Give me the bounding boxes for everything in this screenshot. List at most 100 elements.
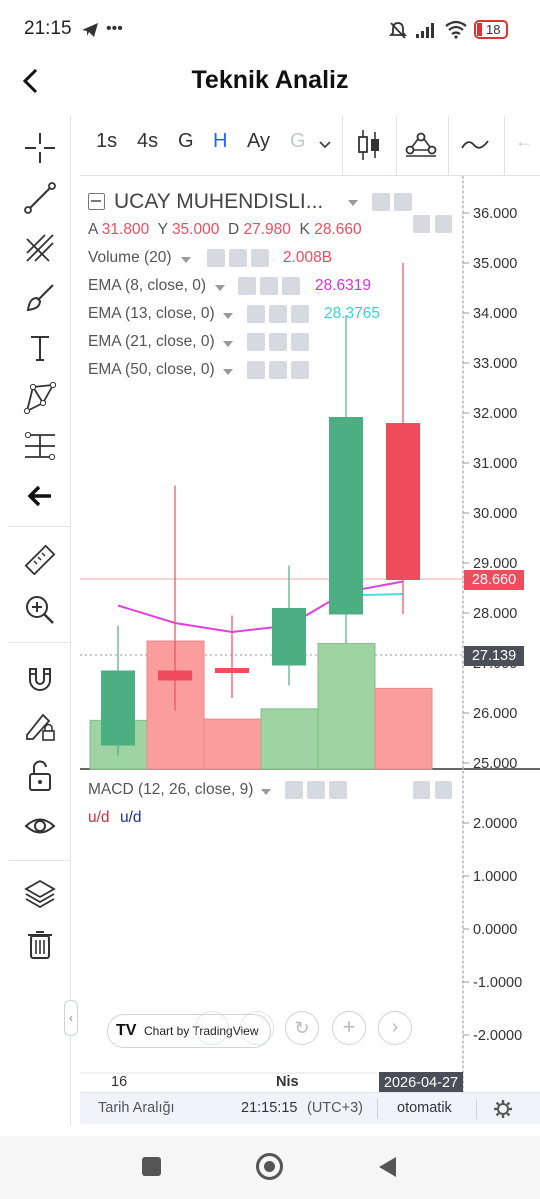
collapse-legend-icon[interactable] [88, 193, 105, 210]
crosshair-tool-icon[interactable] [20, 128, 60, 168]
ema50-eye-icon[interactable] [247, 361, 265, 379]
scroll-left-arrow-icon[interactable]: ← [515, 131, 533, 152]
macd-series-2: u/d [120, 809, 142, 826]
expand-toolbar-handle[interactable]: ‹ [64, 1000, 78, 1036]
ema13-eye-icon[interactable] [247, 305, 265, 323]
ema8-dropdown-icon[interactable] [214, 283, 226, 293]
macd-move-down-icon[interactable] [435, 781, 452, 799]
layers-icon[interactable] [20, 874, 60, 914]
ema21-label[interactable]: EMA (21, close, 0) [88, 333, 215, 351]
symbol-visibility-eye-icon[interactable] [372, 193, 390, 211]
ema13-label[interactable]: EMA (13, close, 0) [88, 305, 215, 323]
ema50-dropdown-icon[interactable] [222, 367, 234, 377]
hide-toolbar-arrow-icon[interactable] [20, 476, 60, 516]
indicators-icon[interactable] [404, 130, 438, 160]
ema13-dropdown-icon[interactable] [222, 311, 234, 321]
magnet-icon[interactable] [20, 658, 60, 698]
pattern-tool-icon[interactable] [20, 378, 60, 418]
ema8-label[interactable]: EMA (8, close, 0) [88, 277, 206, 295]
tradingview-logo-icon: TV [116, 1022, 137, 1039]
timezone-button[interactable]: (UTC+3) [307, 1100, 363, 1116]
wifi-icon [445, 20, 467, 39]
telegram-icon [82, 23, 98, 37]
trash-icon[interactable] [20, 924, 60, 964]
interval-g-disabled[interactable]: G [290, 130, 306, 153]
unlock-icon[interactable] [20, 756, 60, 796]
interval-g[interactable]: G [178, 130, 194, 153]
scroll-forward-button[interactable]: › [378, 1011, 412, 1045]
ema50-label[interactable]: EMA (50, close, 0) [88, 361, 215, 379]
scroll-back-button[interactable] [240, 1011, 274, 1045]
zoom-in-button[interactable]: + [332, 1011, 366, 1045]
trend-line-tool-icon[interactable] [20, 178, 60, 218]
move-down-icon[interactable] [435, 215, 452, 233]
signal-icon [416, 23, 434, 38]
ema8-gear-icon[interactable] [260, 277, 278, 295]
low-value: 27.980 [243, 221, 291, 238]
lock-drawing-icon[interactable] [20, 706, 60, 746]
macd-label[interactable]: MACD (12, 26, close, 9) [88, 781, 253, 799]
volume-gear-icon[interactable] [229, 249, 247, 267]
settings-gear-icon[interactable] [493, 1099, 513, 1119]
reset-chart-button[interactable]: ↻ [285, 1011, 319, 1045]
volume-label[interactable]: Volume (20) [88, 249, 172, 267]
chevron-down-icon[interactable] [318, 138, 332, 152]
volume-eye-icon[interactable] [207, 249, 225, 267]
home-circle-icon[interactable] [256, 1153, 283, 1180]
brush-tool-icon[interactable] [20, 278, 60, 318]
ema13-close-icon[interactable] [291, 305, 309, 323]
ema8-close-icon[interactable] [282, 277, 300, 295]
text-tool-icon[interactable] [20, 328, 60, 368]
volume-close-icon[interactable] [251, 249, 269, 267]
scale-mode-button[interactable]: otomatik [397, 1100, 452, 1116]
symbol-settings-gear-icon[interactable] [394, 193, 412, 211]
interval-h-active[interactable]: H [213, 130, 227, 153]
compare-line-icon[interactable] [460, 134, 490, 156]
volume-dropdown-icon[interactable] [180, 255, 192, 265]
price-tick-label: 31.000 [473, 456, 517, 472]
price-tick-label: 33.000 [473, 356, 517, 372]
back-triangle-icon[interactable] [376, 1155, 398, 1179]
ema21-eye-icon[interactable] [247, 333, 265, 351]
ema13-gear-icon[interactable] [269, 305, 287, 323]
interval-4s[interactable]: 4s [137, 130, 158, 153]
macd-close-icon[interactable] [329, 781, 347, 799]
interval-1s[interactable]: 1s [96, 130, 117, 153]
ema50-close-icon[interactable] [291, 361, 309, 379]
price-tick-label: 28.000 [473, 606, 517, 622]
drawing-toolbar [9, 116, 71, 1126]
fib-tool-icon[interactable] [20, 426, 60, 466]
chart-area[interactable]: 36.000 35.000 34.000 33.000 32.000 31.000 30.0… [80, 176, 540, 1096]
ruler-tool-icon[interactable] [20, 540, 60, 580]
interval-ay[interactable]: Ay [247, 130, 270, 153]
macd-eye-icon[interactable] [285, 781, 303, 799]
ema13-value: 28.3765 [324, 305, 381, 322]
pitchfork-tool-icon[interactable] [20, 228, 60, 268]
crosshair-date-tag: 2026-04-27 [379, 1072, 463, 1094]
macd-gear-icon[interactable] [307, 781, 325, 799]
price-tick-label: 26.000 [473, 706, 517, 722]
macd-dropdown-icon[interactable] [260, 787, 272, 797]
eye-icon[interactable] [20, 806, 60, 846]
zoom-in-icon[interactable] [20, 590, 60, 630]
price-tick-label: 30.000 [473, 506, 517, 522]
symbol-dropdown-icon[interactable] [347, 198, 359, 208]
ema21-gear-icon[interactable] [269, 333, 287, 351]
symbol-name[interactable]: UCAY MUHENDISLI... [114, 190, 323, 214]
battery-level: 18 [486, 22, 501, 37]
crosshair-price-tag: 27.139 [464, 646, 524, 666]
zoom-out-button[interactable] [195, 1011, 229, 1045]
toolbar-divider [448, 116, 449, 176]
chart-bottom-bar: Tarih Aralığı 21:15:15 (UTC+3) otomatik [80, 1092, 540, 1124]
ema50-gear-icon[interactable] [269, 361, 287, 379]
move-up-icon[interactable] [413, 215, 430, 233]
macd-tick-label: 1.0000 [473, 869, 517, 885]
candles-chart-type-icon[interactable] [356, 128, 382, 162]
ema21-dropdown-icon[interactable] [222, 339, 234, 349]
price-tick-label: 25.000 [473, 756, 517, 772]
date-range-button[interactable]: Tarih Aralığı [98, 1100, 175, 1116]
ema8-eye-icon[interactable] [238, 277, 256, 295]
ema21-close-icon[interactable] [291, 333, 309, 351]
macd-move-up-icon[interactable] [413, 781, 430, 799]
recents-square-icon[interactable] [142, 1157, 161, 1176]
